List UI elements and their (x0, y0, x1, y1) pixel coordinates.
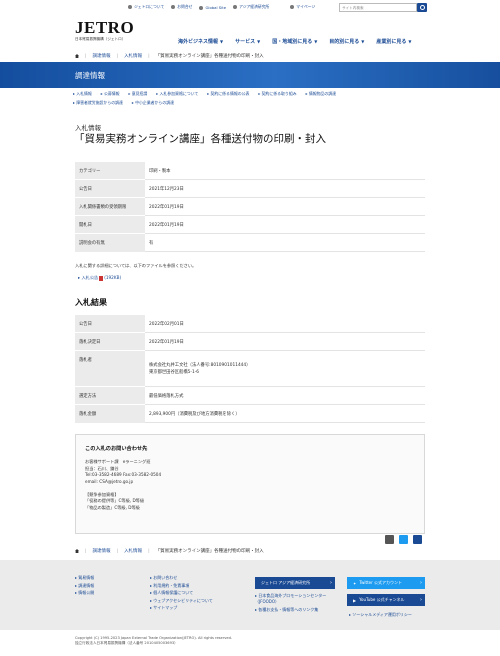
chevron-down-icon: ▼ (408, 39, 412, 44)
sublink-contract-efforts[interactable]: 契約に係る取り組み (258, 90, 297, 99)
footer-col-2: お問い合わせ 利用規約・免責事項 個人情報保護について ウェブアクセシビリティに… (150, 574, 213, 612)
chevron-down-icon: ▼ (361, 39, 365, 44)
footer-link[interactable]: 各種お支払・情報等へのリンク集 (255, 607, 318, 612)
file-size[interactable]: (192KB) (104, 275, 121, 280)
details-note: 入札に関する詳細については、以下のファイルを参照ください。 (75, 263, 197, 268)
twitter-icon: ✦ (353, 580, 357, 586)
breadcrumb-bidding[interactable]: 入札情報 (124, 548, 142, 554)
nav-by-industry[interactable]: 産業別に見る ▼ (376, 38, 411, 45)
youtube-icon: ▶ (353, 597, 357, 603)
footer-link[interactable]: 情報公開 (75, 590, 94, 595)
social-policy-link[interactable]: ソーシャルメディア運用ポリシー (349, 612, 412, 617)
globe-icon (199, 5, 204, 10)
page-title: 「貿易実務オンライン講座」各種送付物の印刷・封入 (74, 133, 326, 145)
footer-link[interactable]: お問い合わせ (150, 575, 177, 580)
pdf-icon (99, 275, 104, 281)
footer-link-jfoodo[interactable]: 日本食品海外プロモーションセンター（JFOODO） (255, 593, 326, 604)
nav-overseas-business[interactable]: 海外ビジネス情報 ▼ (178, 38, 223, 45)
youtube-button[interactable]: ▶ YouTube 公式チャンネル › (347, 594, 425, 606)
jetro-logo[interactable]: JETRO 日本貿易振興機構（ジェトロ） (75, 19, 134, 42)
home-icon[interactable] (75, 54, 79, 58)
mail-icon (171, 5, 176, 9)
nav-by-region[interactable]: 国・地域別に見る ▼ (272, 38, 317, 45)
search-button[interactable] (417, 3, 427, 12)
footer-link[interactable]: サイトマップ (150, 605, 177, 610)
footer-link[interactable]: ウェブアクセシビリティについて (150, 598, 213, 603)
table-row: カテゴリー 印刷・製本 (75, 161, 425, 180)
breadcrumb-current: 「貿易実務オンライン講座」各種送付物の印刷・封入 (155, 54, 264, 59)
print-icon[interactable] (385, 535, 394, 544)
chevron-down-icon: ▼ (257, 39, 261, 44)
chevron-down-icon: ▼ (220, 39, 224, 44)
building-icon (233, 5, 238, 9)
copyright: Copyright (C) 1995-2023 Japan External T… (75, 636, 232, 645)
nav-services[interactable]: サービス ▼ (235, 38, 260, 45)
chevron-right-icon: › (420, 597, 422, 603)
user-icon (290, 5, 295, 9)
tender-result-table: 公告日 2022年02月01日 落札決定日 2022年01月19日 落札者 株式会社丸… (75, 314, 425, 423)
file-link-label[interactable]: 入札公告 (81, 275, 98, 280)
table-row: 選定方法 最低価格落札方式 (75, 386, 425, 405)
info-icon (128, 5, 132, 9)
procurement-sublinks: 入札情報 公募情報 意見招請 入札参加資格について 契約に係る情報の公表 契約に… (73, 90, 428, 107)
sublink-it-goods[interactable]: 情報物品の調達 (306, 90, 336, 99)
contact-body: お客様サポート課 eラーニング班 担当：石川、鎌谷 Tel:03-3582-46… (85, 459, 162, 510)
table-row: 落札者 株式会社丸井工文社（法人番号:8010901011444） 東京都世田谷区… (75, 350, 425, 387)
file-link[interactable]: 入札公告 (192KB) (78, 275, 121, 281)
table-row: 開札日 2022年01月19日 (75, 215, 425, 234)
breadcrumb: | 調達情報 | 入札情報 | 「貿易実務オンライン講座」各種送付物の印刷・封入 (75, 53, 264, 59)
sublink-public-offer[interactable]: 公募情報 (101, 90, 120, 99)
table-row: 落札決定日 2022年01月19日 (75, 332, 425, 351)
table-row: 入札関係書類の受領期限 2022年01月19日 (75, 197, 425, 216)
banner-title: 調達情報 (75, 71, 105, 80)
result-heading: 入札結果 (75, 298, 107, 307)
footer-link[interactable]: 貿易情報 (75, 575, 94, 580)
tender-info-table: カテゴリー 印刷・製本 公告日 2021年12月23日 入札関係書類の受領期限 202… (75, 161, 425, 252)
table-row: 説明会の有無有 (75, 233, 425, 252)
sublink-contract-disclosure[interactable]: 契約に係る情報の公表 (207, 90, 250, 99)
ide-footer-button[interactable]: ジェトロ アジア経済研究所 › (255, 577, 335, 589)
main-nav: 海外ビジネス情報 ▼ サービス ▼ 国・地域別に見る ▼ 目的別に見る ▼ 産業別に見る… (178, 38, 411, 45)
twitter-button[interactable]: ✦ Twitter 公式アカウント › (347, 577, 425, 589)
top-utility-nav: ジェトロについて お問合せ Global Site アジア経済研究所 マイページ (128, 4, 315, 10)
breadcrumb-procurement[interactable]: 調達情報 (93, 53, 111, 59)
about-link[interactable]: ジェトロについて (128, 4, 164, 10)
footer-link[interactable]: 利用規約・免責事項 (150, 583, 189, 588)
breadcrumb-bidding[interactable]: 入札情報 (124, 53, 142, 59)
chevron-down-icon: ▼ (314, 39, 318, 44)
nav-by-purpose[interactable]: 目的別に見る ▼ (329, 38, 364, 45)
twitter-icon[interactable] (399, 535, 408, 544)
footer-col-3: 日本食品海外プロモーションセンター（JFOODO） 各種お支払・情報等へのリンク… (255, 593, 335, 613)
search-input[interactable]: サイト内検索 (339, 3, 417, 12)
chevron-right-icon: › (420, 580, 422, 586)
sublink-qualification[interactable]: 入札参加資格について (156, 90, 199, 99)
ide-link[interactable]: アジア経済研究所 (233, 4, 269, 10)
footer-social-policy: ソーシャルメディア運用ポリシー (349, 611, 412, 619)
contact-link[interactable]: お問合せ (171, 4, 192, 10)
home-icon[interactable] (75, 549, 79, 553)
table-row: 公告日 2021年12月23日 (75, 179, 425, 198)
sublink-sme[interactable]: 中小企業者からの調達 (132, 99, 174, 108)
facebook-icon[interactable] (413, 535, 422, 544)
breadcrumb-bottom: | 調達情報 | 入札情報 | 「貿易実務オンライン講座」各種送付物の印刷・封入 (75, 548, 264, 554)
logo-subtitle: 日本貿易振興機構（ジェトロ） (75, 37, 126, 41)
chevron-right-icon: › (330, 580, 332, 586)
footer-link[interactable]: 調達情報 (75, 583, 94, 588)
table-row: 公告日 2022年02月01日 (75, 314, 425, 333)
sublink-bidding[interactable]: 入札情報 (73, 90, 92, 99)
table-row: 落札金額 2,893,900円（消費税及び地方消費税を除く） (75, 404, 425, 423)
footer-link[interactable]: 個人情報保護について (150, 590, 193, 595)
sublink-disability-facilities[interactable]: 障害者就労施設からの調達 (73, 99, 123, 108)
mypage-link[interactable]: マイページ (290, 4, 315, 10)
logo-text: JETRO (75, 18, 135, 37)
contact-title: この入札のお問い合わせ先 (85, 446, 148, 452)
global-site-link[interactable]: Global Site (199, 5, 226, 10)
footer-col-1: 貿易情報 調達情報 情報公開 (75, 574, 94, 597)
sublink-opinion[interactable]: 意見招請 (129, 90, 148, 99)
breadcrumb-current: 「貿易実務オンライン講座」各種送付物の印刷・封入 (155, 549, 264, 554)
breadcrumb-procurement[interactable]: 調達情報 (93, 548, 111, 554)
